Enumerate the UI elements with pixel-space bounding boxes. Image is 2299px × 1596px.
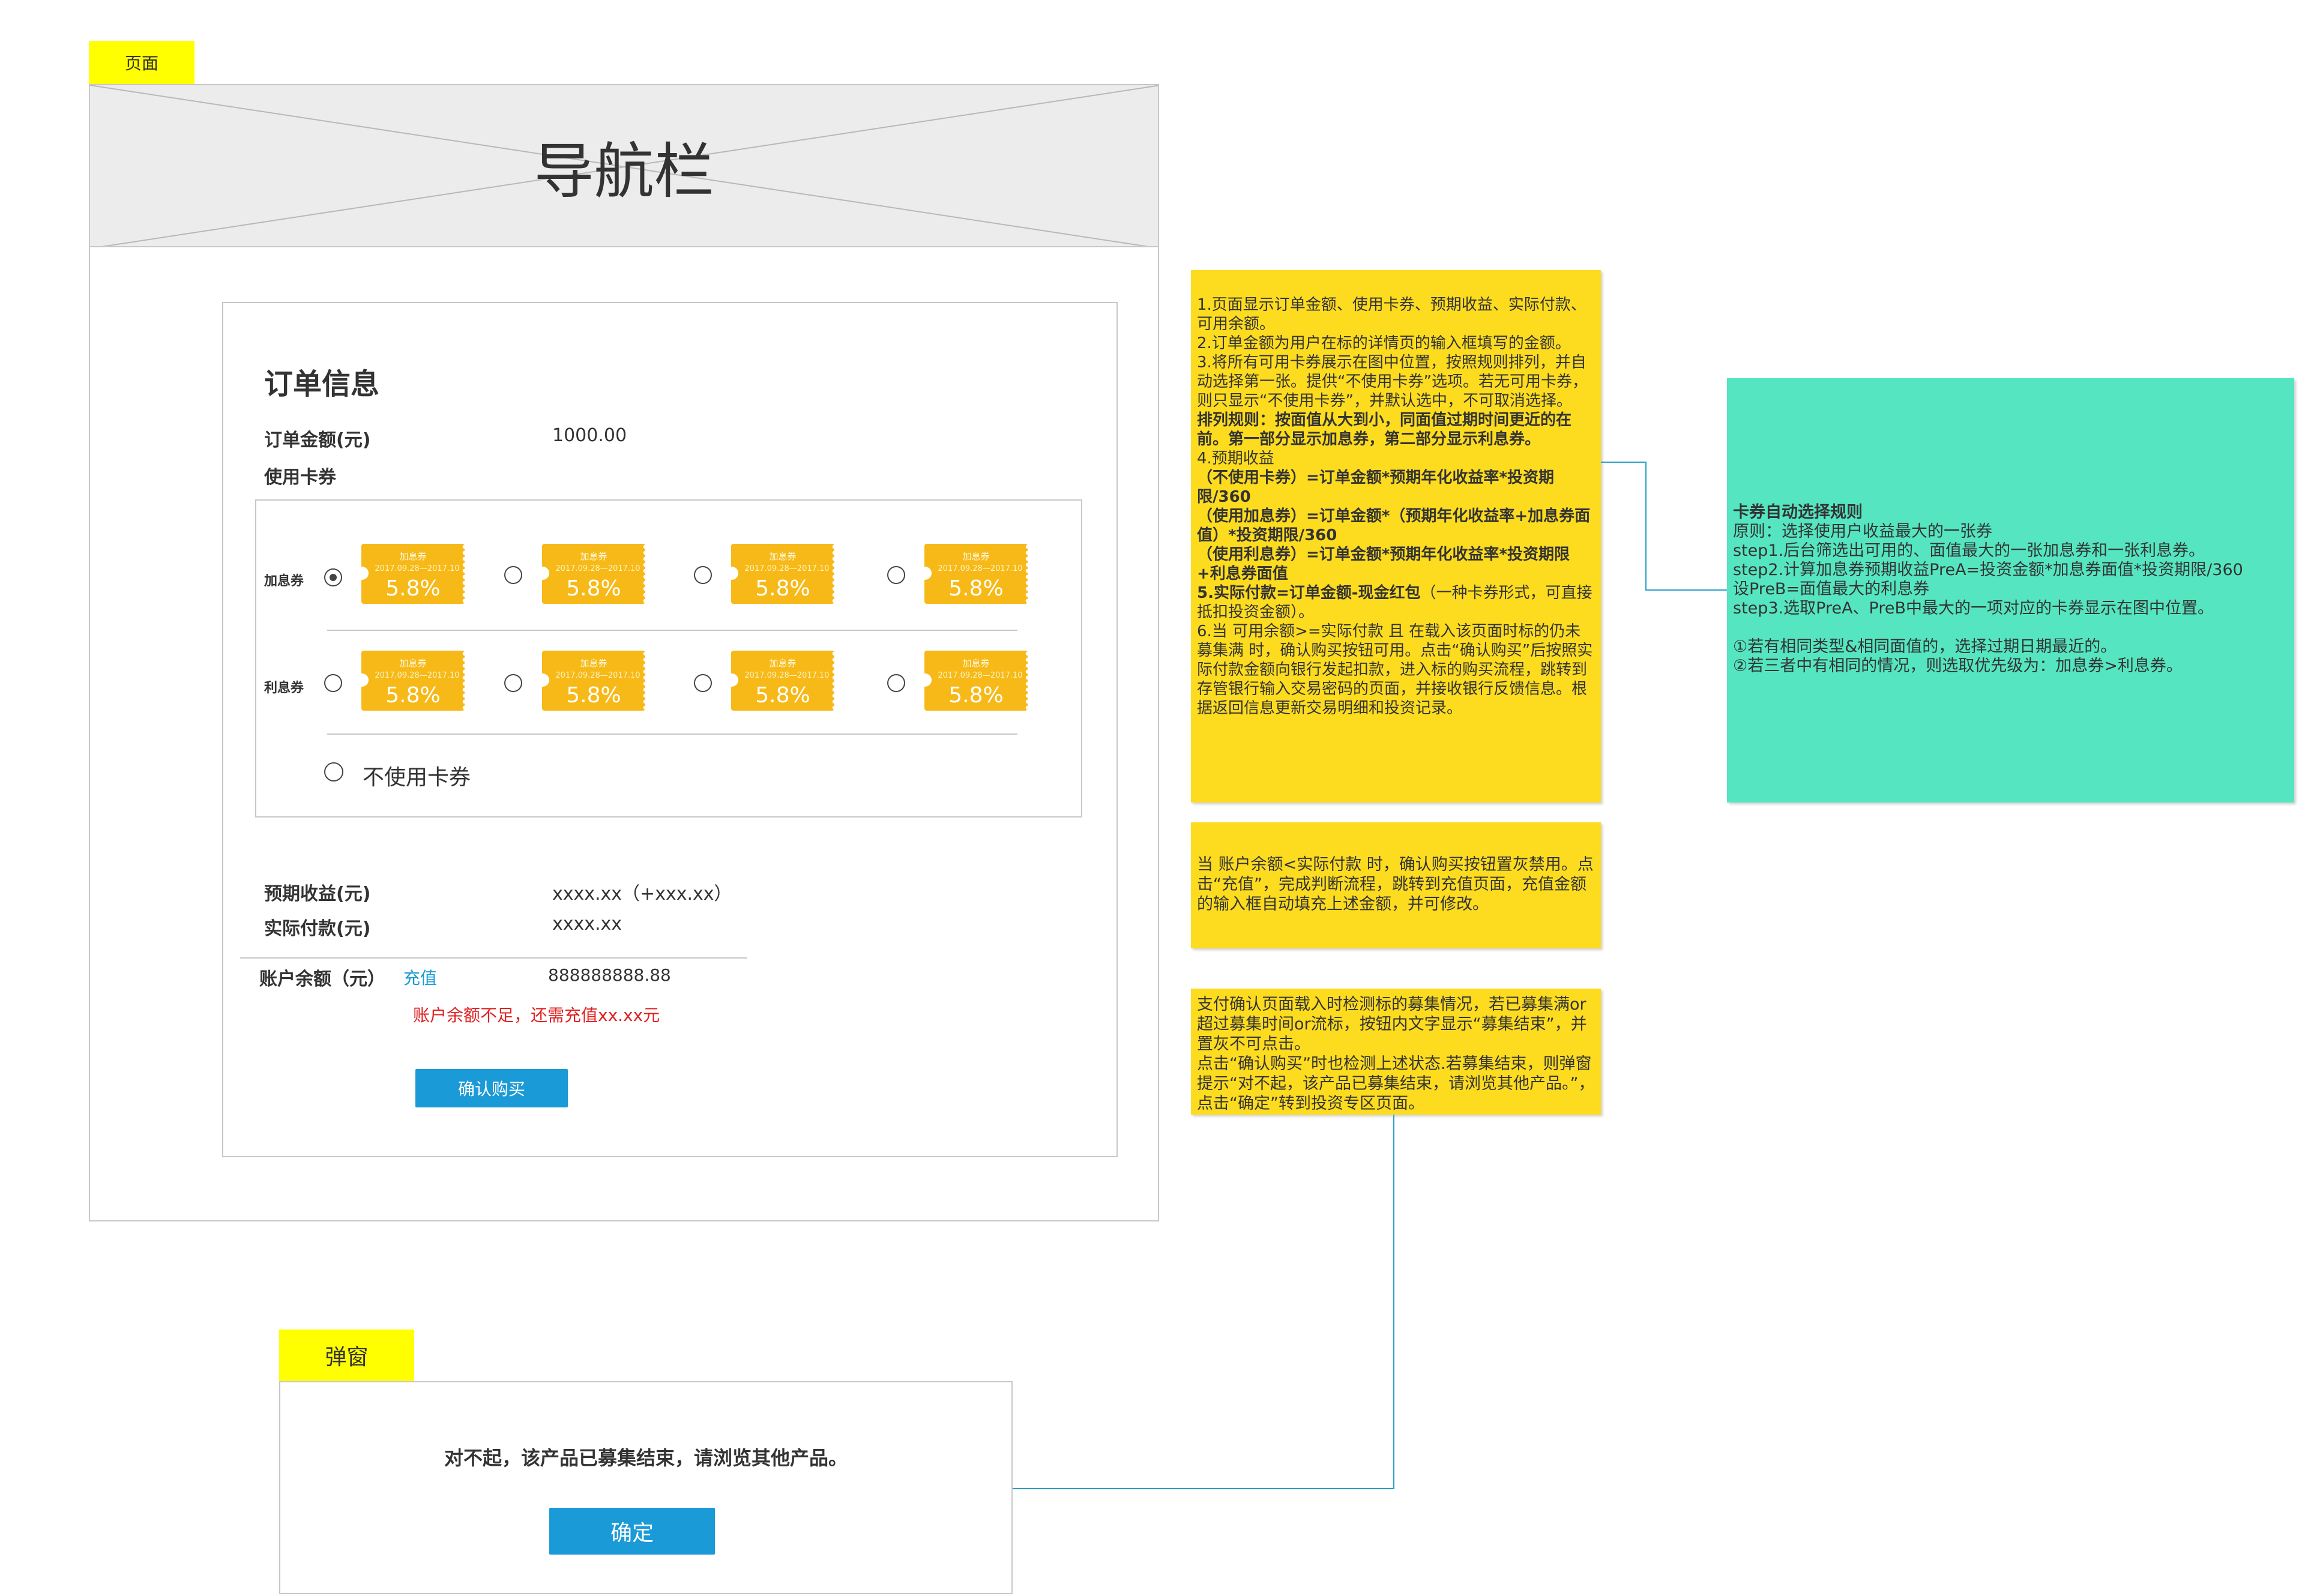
popup-tag: 弹窗 (279, 1329, 414, 1381)
popup-ok-button[interactable]: 确定 (549, 1508, 715, 1555)
popup-message: 对不起，该产品已募集结束，请浏览其他产品。 (444, 1447, 848, 1469)
popup-dialog (279, 1381, 1013, 1594)
